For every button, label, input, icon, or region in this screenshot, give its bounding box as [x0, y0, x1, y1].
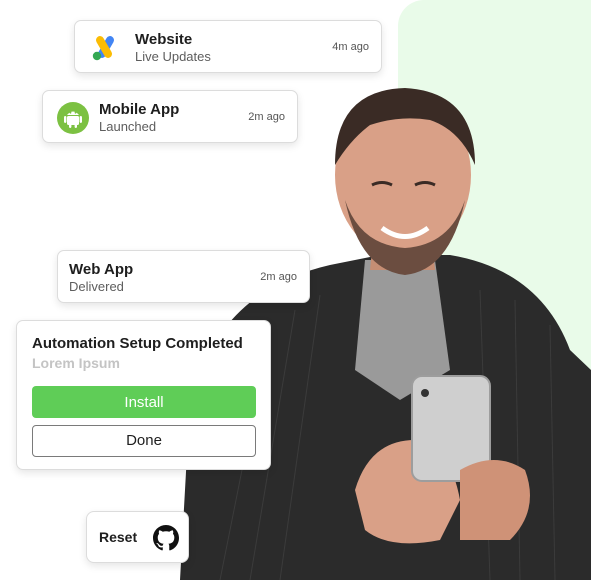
automation-setup-card: Automation Setup Completed Lorem Ipsum I… — [16, 320, 271, 470]
android-icon — [57, 102, 89, 134]
notification-title: Website — [135, 31, 193, 48]
notification-website[interactable]: Website Live Updates 4m ago — [74, 20, 382, 73]
notification-time: 2m ago — [260, 271, 297, 283]
notification-subtitle: Delivered — [69, 279, 124, 294]
install-button[interactable]: Install — [32, 386, 256, 418]
notification-mobile-app[interactable]: Mobile App Launched 2m ago — [42, 90, 298, 143]
notification-subtitle: Launched — [99, 119, 157, 134]
google-ads-icon — [89, 32, 121, 64]
notification-title: Web App — [69, 261, 134, 278]
notification-time: 4m ago — [332, 41, 369, 53]
notification-web-app[interactable]: Web App Delivered 2m ago — [57, 250, 310, 303]
notification-title: Mobile App — [99, 101, 180, 118]
setup-subtitle: Lorem Ipsum — [32, 355, 120, 371]
done-button[interactable]: Done — [32, 425, 256, 457]
setup-title: Automation Setup Completed — [32, 335, 243, 352]
notification-time: 2m ago — [248, 111, 285, 123]
notification-subtitle: Live Updates — [135, 49, 211, 64]
reset-label: Reset — [99, 529, 138, 545]
github-icon — [153, 525, 179, 551]
reset-button[interactable]: Reset — [86, 511, 189, 563]
